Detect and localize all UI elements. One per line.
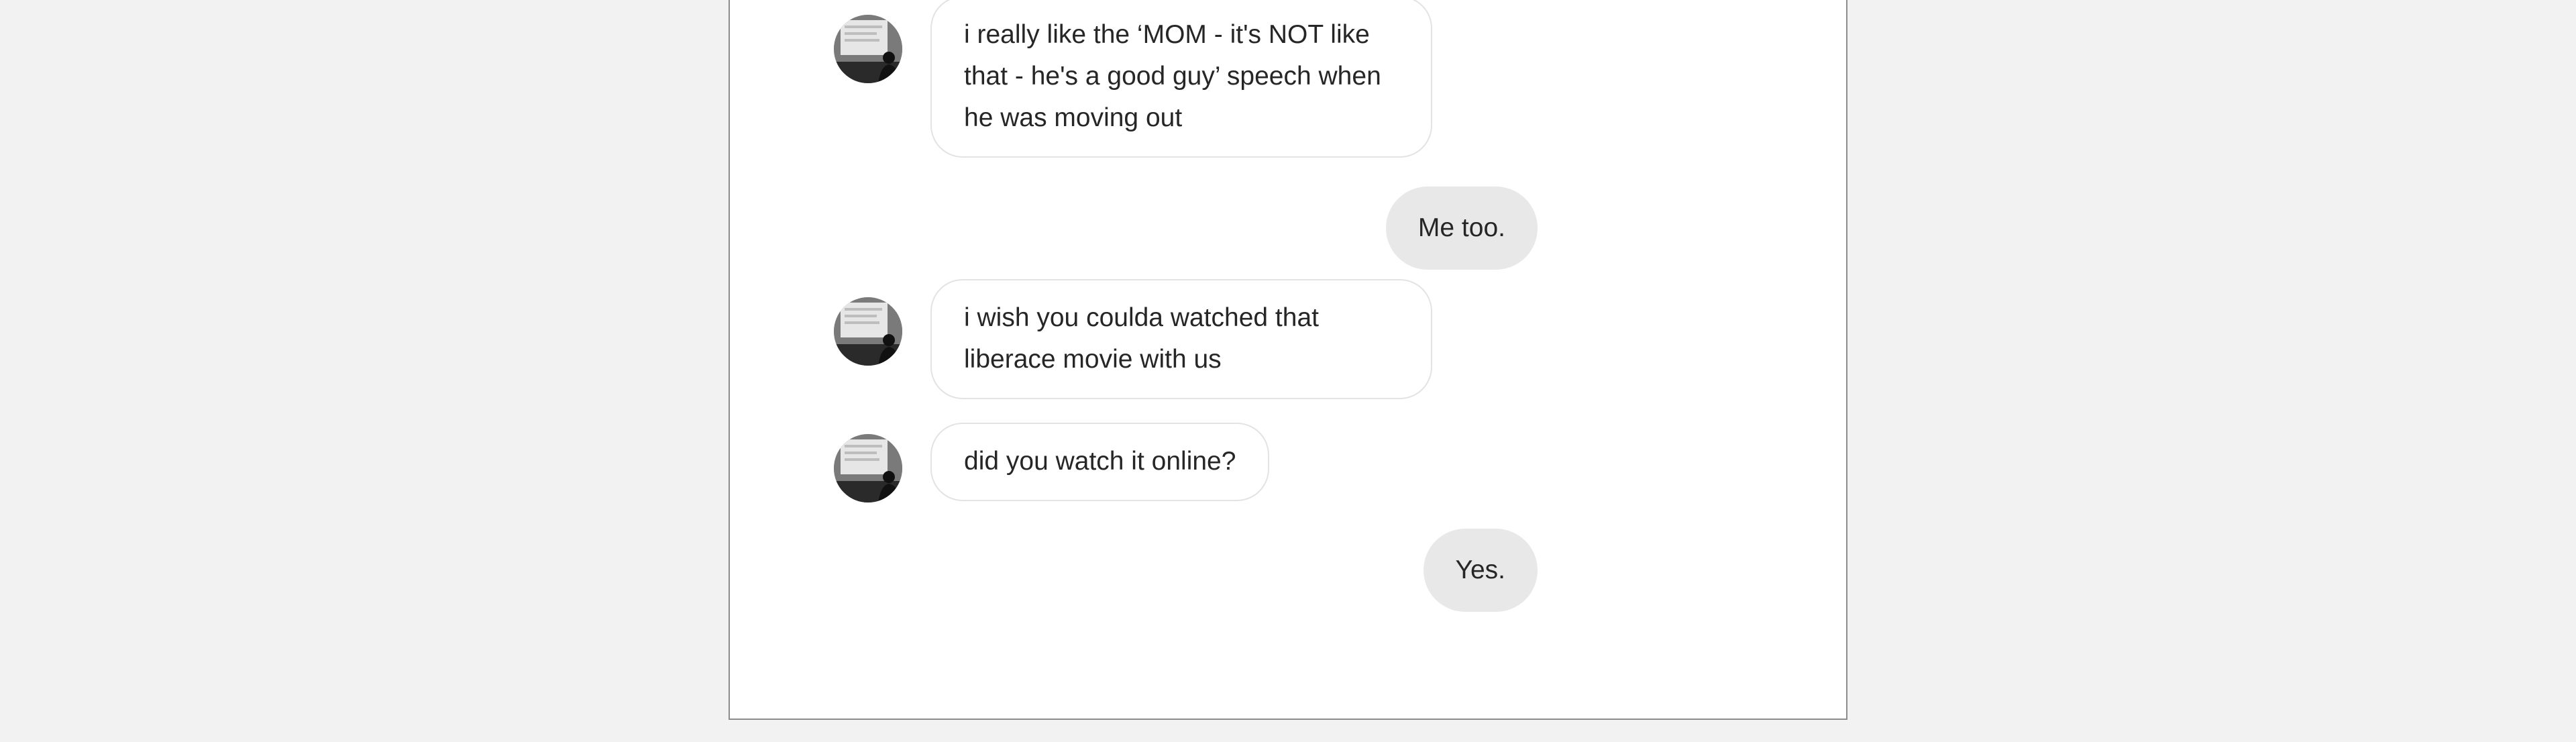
- outgoing-message-bubble: Yes.: [1423, 529, 1538, 612]
- incoming-message-bubble: i really like the ‘MOM - it's NOT like t…: [930, 0, 1432, 158]
- incoming-message-bubble: i wish you coulda watched that liberace …: [930, 279, 1432, 399]
- outgoing-message-bubble: Me too.: [1385, 187, 1538, 270]
- contact-avatar-icon: [834, 15, 902, 83]
- contact-avatar-icon: [834, 297, 902, 366]
- chat-panel: i really like the ‘MOM - it's NOT like t…: [729, 0, 1847, 720]
- incoming-message-bubble: did you watch it online?: [930, 423, 1270, 501]
- contact-avatar-icon: [834, 434, 902, 502]
